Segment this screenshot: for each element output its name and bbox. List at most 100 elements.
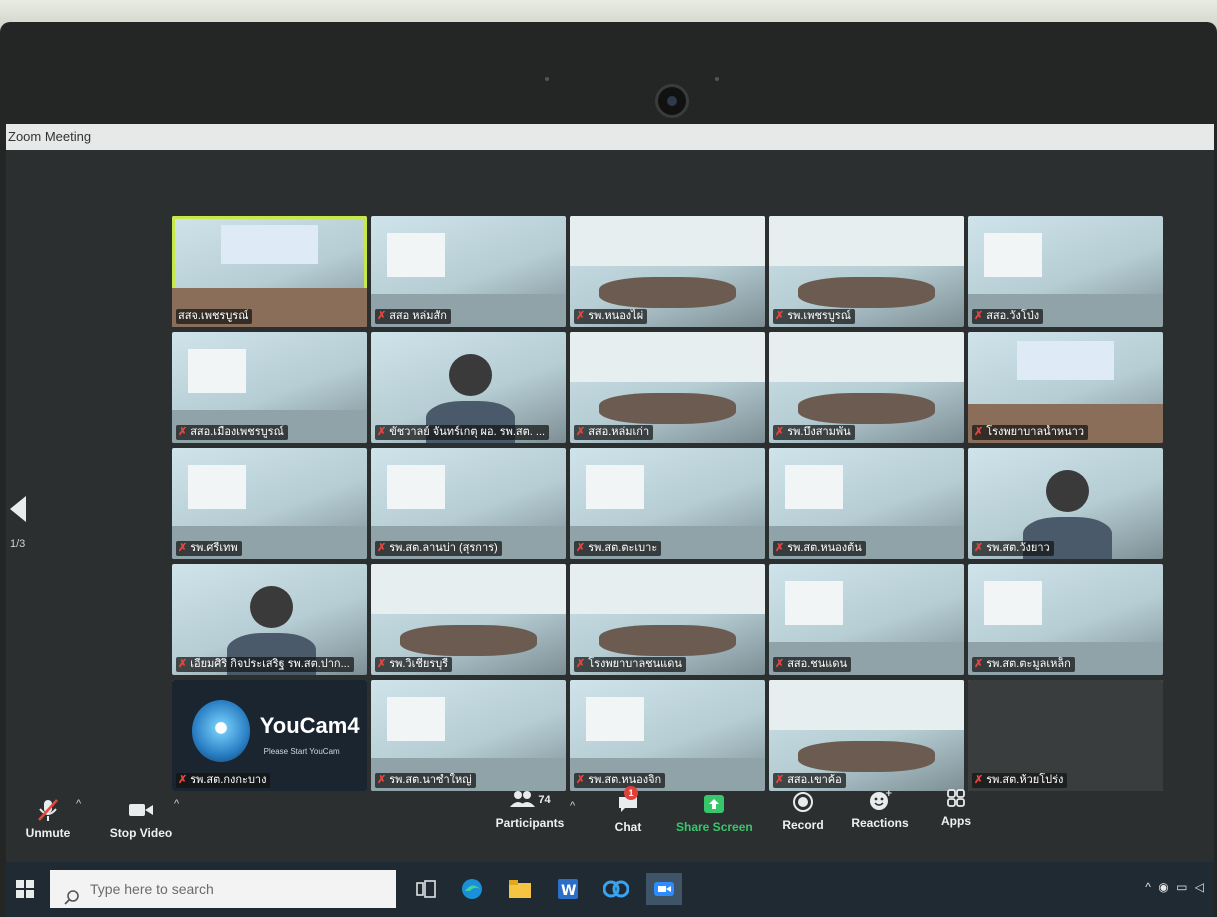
participant-name: รพ.สต.หนองต้น <box>787 542 862 554</box>
participant-name: โรงพยาบาลชนแดน <box>588 658 682 670</box>
battery-icon[interactable]: ▭ <box>1176 880 1189 894</box>
participant-name: รพ.สต.ตะมูลเหล็ก <box>986 658 1071 670</box>
sensor-dot <box>545 77 549 81</box>
participants-chevron-icon[interactable]: ^ <box>570 800 575 812</box>
participant-video-tile[interactable]: ✗ โรงพยาบาลน้ำหนาว <box>968 332 1163 443</box>
participant-name: รพ.สต.ตะเบาะ <box>588 542 658 554</box>
video-camera-icon <box>106 796 176 824</box>
participant-video-tile[interactable]: ✗ รพ.วิเชียรบุรี <box>371 564 566 675</box>
participant-video-tile[interactable]: ✗ รพ.สต.นาซำใหญ่ <box>371 680 566 791</box>
participant-video-tile[interactable]: ✗ รพ.สต.หนองต้น <box>769 448 964 559</box>
unmute-button[interactable]: Unmute <box>20 796 76 840</box>
smiley-icon: + <box>848 786 912 814</box>
mic-muted-icon: ✗ <box>974 542 984 554</box>
taskbar-search-input[interactable]: Type here to search <box>50 870 396 908</box>
blue-app-icon[interactable] <box>600 873 632 905</box>
youcam-tagline: Please Start YouCam <box>263 746 340 756</box>
participant-name: รพ.เพชรบูรณ์ <box>787 310 851 322</box>
chat-unread-badge: 1 <box>624 786 638 800</box>
participant-video-tile[interactable]: ✗ รพ.บึงสามพัน <box>769 332 964 443</box>
participant-video-tile[interactable]: ✗ รพ.สต.หนองจิก <box>570 680 765 791</box>
search-placeholder: Type here to search <box>90 881 214 897</box>
participant-name: สสอ.วังโป่ง <box>986 310 1040 322</box>
participant-video-tile[interactable]: ✗ สสอ.เขาค้อ <box>769 680 964 791</box>
participant-name: เอี่ยมศิริ กิจประเสริฐ รพ.สต.ปาก... <box>190 658 350 670</box>
participant-video-tile[interactable]: ✗ สสอ.ชนแดน <box>769 564 964 675</box>
chat-bubble-icon: 1 <box>608 786 648 818</box>
participant-name-label: ✗ สสอ หล่มสัก <box>375 309 451 324</box>
youcam-brand: YouCam4 <box>259 713 360 739</box>
record-label: Record <box>782 818 824 832</box>
participant-video-tile[interactable]: ✗ เอี่ยมศิริ กิจประเสริฐ รพ.สต.ปาก... <box>172 564 367 675</box>
participant-video-tile[interactable]: ✗ รพ.เพชรบูรณ์ <box>769 216 964 327</box>
participant-name: สสจ.เพชรบูรณ์ <box>178 310 249 322</box>
zoom-taskbar-icon[interactable] <box>646 873 682 905</box>
record-button[interactable]: Record <box>778 788 828 832</box>
audio-options-chevron-icon[interactable]: ^ <box>76 798 81 810</box>
mic-muted-icon: ✗ <box>775 310 785 322</box>
participant-video-tile[interactable]: ✗ รพ.ศรีเทพ <box>172 448 367 559</box>
previous-page-button[interactable] <box>8 494 30 524</box>
participant-video-tile[interactable]: ✗ โรงพยาบาลชนแดน <box>570 564 765 675</box>
screen: Zoom Meeting 1/3 สสจ.เพชรบูรณ์ ✗ สสอ หล่มส… <box>6 124 1214 917</box>
volume-icon[interactable]: ◁ <box>1195 880 1206 894</box>
participant-video-tile[interactable]: ✗ รพ.หนองไผ่ <box>570 216 765 327</box>
stop-video-button[interactable]: Stop Video <box>106 796 176 840</box>
indicator-dot <box>715 77 719 81</box>
participant-video-tile[interactable]: ✗ สสอ หล่มสัก <box>371 216 566 327</box>
page-indicator: 1/3 <box>10 538 26 550</box>
participant-video-tile[interactable]: ✗ รพ.สต.ตะมูลเหล็ก <box>968 564 1163 675</box>
participant-name-label: ✗ โรงพยาบาลน้ำหนาว <box>972 425 1088 440</box>
participant-video-tile[interactable]: ✗ ขัชวาลย์ จันทร์เกตุ ผอ. รพ.สต. ... <box>371 332 566 443</box>
apps-label: Apps <box>941 814 971 828</box>
participants-count: 74 <box>538 794 551 806</box>
mic-muted-icon: ✗ <box>178 658 188 670</box>
video-options-chevron-icon[interactable]: ^ <box>174 798 179 810</box>
participant-video-tile[interactable]: ✗ สสอ.หล่มเก่า <box>570 332 765 443</box>
system-tray[interactable]: ^ ◉ ▭ ◁ <box>1145 880 1206 894</box>
record-icon <box>778 788 828 816</box>
window-title: Zoom Meeting <box>8 129 92 144</box>
search-icon <box>64 881 80 917</box>
unmute-label: Unmute <box>25 826 71 840</box>
windows-taskbar: Type here to search W ^ ◉ ▭ ◁ <box>6 862 1214 917</box>
word-icon[interactable]: W <box>552 873 584 905</box>
task-view-icon[interactable] <box>410 873 442 905</box>
participant-name: ขัชวาลย์ จันทร์เกตุ ผอ. รพ.สต. ... <box>389 426 546 438</box>
file-explorer-icon[interactable] <box>504 873 536 905</box>
mic-muted-icon: ✗ <box>576 310 586 322</box>
participant-video-tile[interactable]: สสจ.เพชรบูรณ์ <box>172 216 367 327</box>
participant-video-tile[interactable]: ✗ สสอ.เมืองเพชรบูรณ์ <box>172 332 367 443</box>
chat-button[interactable]: 1 Chat <box>608 786 648 834</box>
network-icon[interactable]: ◉ <box>1158 880 1170 894</box>
reactions-label: Reactions <box>851 816 909 830</box>
mic-muted-icon: ✗ <box>775 542 785 554</box>
reactions-button[interactable]: + Reactions <box>848 786 912 830</box>
meeting-toolbar: Unmute ^ Stop Video ^ 74 Participants ^ … <box>6 784 1214 862</box>
share-screen-button[interactable]: Share Screen <box>676 790 753 834</box>
participant-name: รพ.สต.วังยาว <box>986 542 1050 554</box>
participant-video-tile[interactable]: ✗ รพ.สต.ห้วยโปร่ง <box>968 680 1163 791</box>
participant-video-tile[interactable]: ✗ รพ.สต.ลานบ่า (สุรการ) <box>371 448 566 559</box>
mic-muted-icon <box>20 796 76 824</box>
participants-button[interactable]: 74 Participants <box>490 786 570 830</box>
apps-button[interactable]: Apps <box>936 784 976 828</box>
share-screen-label: Share Screen <box>676 820 753 834</box>
participant-video-tile[interactable]: ✗ สสอ.วังโป่ง <box>968 216 1163 327</box>
participant-name: รพ.วิเชียรบุรี <box>389 658 449 670</box>
apps-grid-icon <box>936 784 976 812</box>
participant-name: สสอ.เมืองเพชรบูรณ์ <box>190 426 284 438</box>
start-button[interactable] <box>16 880 34 898</box>
webcam-lens <box>655 84 689 118</box>
mic-muted-icon: ✗ <box>775 658 785 670</box>
tray-chevron-icon[interactable]: ^ <box>1145 880 1153 894</box>
participant-video-tile[interactable]: ✗ รพ.สต.วังยาว <box>968 448 1163 559</box>
participant-name: สสอ หล่มสัก <box>389 310 447 322</box>
participant-name-label: ✗ ขัชวาลย์ จันทร์เกตุ ผอ. รพ.สต. ... <box>375 425 550 440</box>
participant-video-tile[interactable]: YouCam4 Please Start YouCam ✗ รพ.สต.กงกะบาง <box>172 680 367 791</box>
mic-muted-icon: ✗ <box>576 658 586 670</box>
participant-video-tile[interactable]: ✗ รพ.สต.ตะเบาะ <box>570 448 765 559</box>
chevron-left-icon <box>10 496 26 522</box>
edge-browser-icon[interactable] <box>456 873 488 905</box>
participant-name-label: ✗ สสอ.ชนแดน <box>773 657 852 672</box>
